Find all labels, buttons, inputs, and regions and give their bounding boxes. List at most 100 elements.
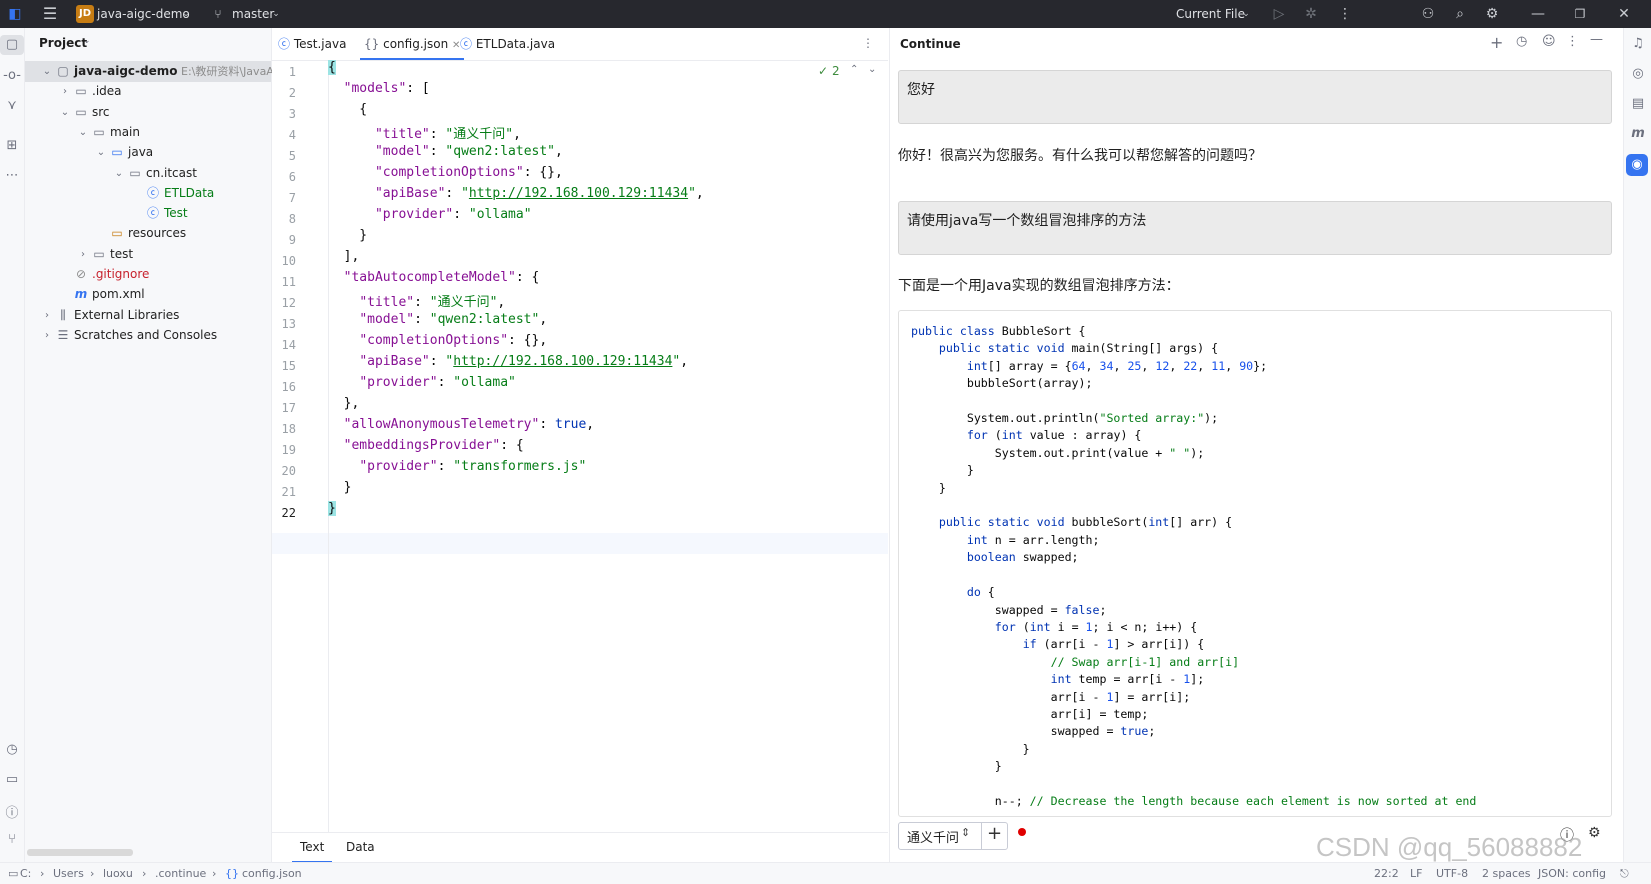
chevron-down-icon[interactable]: ⌄	[77, 122, 89, 143]
tab-etldata-java[interactable]: ⓒ ETLData.java	[460, 28, 555, 60]
kebab-menu-icon[interactable]: ⋮	[1566, 34, 1579, 49]
run-config-selector[interactable]: Current File	[1176, 0, 1245, 28]
file-encoding[interactable]: UTF-8	[1436, 863, 1468, 884]
pull-requests-icon[interactable]: ⋎	[0, 98, 24, 113]
tree-item[interactable]: ▭ resources	[25, 223, 271, 244]
line-number: 13	[281, 317, 296, 331]
more-options-icon[interactable]: ☺	[1542, 34, 1556, 49]
code-line: {	[328, 102, 368, 117]
commit-icon[interactable]: -o-	[0, 68, 24, 83]
chevron-down-icon[interactable]: ⌄	[180, 0, 192, 28]
tree-item[interactable]: › ▭ .idea	[25, 81, 271, 102]
add-model-icon[interactable]: +	[987, 823, 1002, 844]
title-bar: ◧ ☰ JD java-aigc-demo ⌄ ⑂ master ⌄ Curre…	[0, 0, 1651, 28]
tree-item[interactable]: m pom.xml	[25, 284, 271, 305]
tree-item[interactable]: ⌄ ▢ java-aigc-demo E:\教研资料\JavaA	[25, 61, 274, 82]
database-icon[interactable]: ▤	[1626, 96, 1650, 111]
project-panel-title[interactable]: Project	[39, 36, 87, 50]
chevron-right-icon[interactable]: ›	[59, 81, 71, 102]
tree-item[interactable]: ⌄ ▭ java	[25, 142, 271, 163]
tree-item[interactable]: ⌄ ▭ src	[25, 102, 271, 123]
divider	[981, 822, 982, 850]
chevron-down-icon[interactable]: ⌄	[113, 163, 125, 184]
chevron-down-icon[interactable]: ⌄	[41, 61, 53, 82]
line-number: 20	[281, 464, 296, 478]
breadcrumb-item[interactable]: C:	[20, 863, 31, 884]
chevron-down-icon[interactable]: ⌄	[83, 36, 91, 46]
previous-highlight-icon[interactable]: ⌃	[850, 64, 858, 75]
structure-icon[interactable]: ⊞	[0, 138, 24, 153]
tree-item[interactable]: ⓒ Test	[25, 203, 271, 224]
hide-panel-icon[interactable]: —	[1590, 32, 1603, 47]
maven-icon[interactable]: m	[1626, 126, 1650, 141]
line-number: 15	[281, 359, 296, 373]
code-line: }	[328, 228, 368, 243]
inspection-ok-icon[interactable]: ✓	[818, 64, 828, 78]
settings-gear-icon[interactable]: ⚙	[1480, 0, 1504, 28]
problems-icon[interactable]: ⓘ	[0, 802, 24, 821]
search-icon[interactable]: ⌕	[1448, 0, 1472, 28]
minimize-icon[interactable]: —	[1526, 0, 1550, 28]
read-only-lock-icon[interactable]: ⎋	[1620, 863, 1629, 884]
breadcrumb-item[interactable]: config.json	[242, 863, 302, 884]
next-highlight-icon[interactable]: ⌄	[868, 64, 876, 75]
more-actions-icon[interactable]: ⋮	[1334, 0, 1356, 28]
caret-position[interactable]: 22:2	[1374, 863, 1399, 884]
close-icon[interactable]: ✕	[1612, 0, 1636, 28]
editor-area: ⓒ Test.java {} config.json ✕ ⓒ ETLData.j…	[272, 28, 888, 863]
chevron-down-icon[interactable]: ⌄	[59, 102, 71, 123]
tree-item[interactable]: › ⫼ External Libraries	[25, 305, 271, 326]
git-branch-name[interactable]: master	[232, 0, 274, 28]
chevron-right-icon[interactable]: ›	[77, 244, 89, 265]
breadcrumb-item[interactable]: .continue	[155, 863, 206, 884]
tab-data[interactable]: Data	[338, 833, 383, 861]
intellij-logo-icon[interactable]: ◧	[4, 0, 26, 28]
run-icon[interactable]: ▷	[1268, 0, 1290, 28]
ai-assistant-icon[interactable]: ◎	[1626, 66, 1650, 81]
add-user-icon[interactable]: ⚇	[1416, 0, 1440, 28]
notifications-bell-icon[interactable]: ♫	[1626, 36, 1650, 51]
breadcrumb-item[interactable]: luoxu	[103, 863, 133, 884]
tree-item[interactable]: ⊘ .gitignore	[25, 264, 271, 285]
tab-text[interactable]: Text	[292, 833, 333, 863]
chat-settings-icon[interactable]: ⚙	[1588, 825, 1601, 841]
indent-setting[interactable]: 2 spaces	[1482, 863, 1531, 884]
inspection-count[interactable]: 2	[832, 64, 840, 78]
services-icon[interactable]: ◷	[0, 742, 24, 757]
tree-item-label: .idea	[92, 84, 122, 99]
debug-icon[interactable]: ✲	[1300, 0, 1322, 28]
model-selector[interactable]: 通义千问 ⇕ +	[898, 822, 1008, 850]
tree-item[interactable]: ⌄ ▭ cn.itcast	[25, 163, 271, 184]
tree-item[interactable]: ⌄ ▭ main	[25, 122, 271, 143]
main-menu-icon[interactable]: ☰	[38, 0, 62, 28]
status-dot-icon	[1018, 828, 1026, 836]
new-session-icon[interactable]: +	[1490, 33, 1503, 52]
tab-test-java[interactable]: ⓒ Test.java	[278, 28, 346, 60]
horizontal-scrollbar[interactable]	[27, 849, 133, 856]
more-tools-icon[interactable]: ⋯	[0, 168, 24, 183]
chevron-down-icon[interactable]: ⌄	[1240, 0, 1252, 28]
chevron-down-icon[interactable]: ⌄	[270, 0, 282, 28]
terminal-icon[interactable]: ▭	[0, 772, 24, 787]
tree-item[interactable]: › ☰ Scratches and Consoles	[25, 325, 271, 346]
project-folder-icon[interactable]: ▢	[0, 35, 24, 55]
continue-plugin-icon[interactable]: ◉	[1626, 154, 1648, 176]
tree-item[interactable]: ⓒ ETLData	[25, 183, 271, 204]
restore-icon[interactable]: ❐	[1568, 0, 1592, 28]
git-icon[interactable]: ⑂	[0, 832, 24, 847]
code-line: }	[328, 480, 352, 495]
chevron-right-icon[interactable]: ›	[41, 305, 53, 326]
tab-config-json[interactable]: {} config.json ✕	[360, 28, 465, 60]
class-icon: ⓒ	[460, 37, 473, 51]
chevron-down-icon[interactable]: ⌄	[95, 142, 107, 163]
chevron-right-icon[interactable]: ›	[41, 325, 53, 346]
tab-more-icon[interactable]: ⋮	[862, 36, 874, 50]
json-schema[interactable]: JSON: config	[1538, 863, 1606, 884]
tree-item-label: pom.xml	[92, 287, 145, 302]
history-icon[interactable]: ◷	[1516, 34, 1527, 49]
breadcrumb-item[interactable]: Users	[53, 863, 84, 884]
code-block[interactable]: public class BubbleSort { public static …	[898, 310, 1612, 817]
line-separator[interactable]: LF	[1410, 863, 1422, 884]
tree-item[interactable]: › ▭ test	[25, 244, 271, 265]
project-name[interactable]: java-aigc-demo	[97, 0, 190, 28]
